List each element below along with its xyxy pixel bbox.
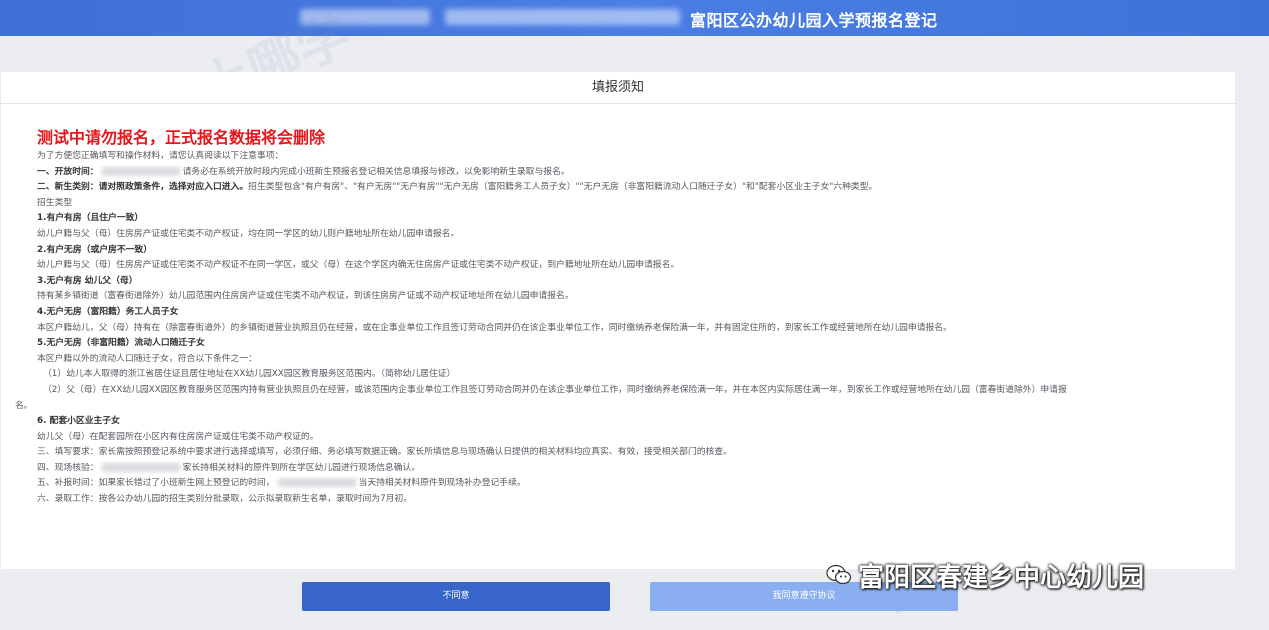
item-label: 一、开放时间：: [37, 166, 99, 177]
condition-2-cont: 名。: [15, 400, 33, 411]
panel-header: 填报须知: [1, 72, 1235, 104]
wechat-icon: [826, 562, 852, 588]
notice-panel: 填报须知 测试中请勿报名，正式报名数据将会删除 为了方便您正确填写和操作材料，请…: [1, 72, 1235, 569]
item-text: 请务必在系统开放时段内完成小班新生预报名登记相关信息填报与修改，以免影响新生录取…: [182, 166, 570, 177]
item-verification: 四、现场核验： 家长持相关材料的原件到所在学区幼儿园进行现场信息确认。: [37, 461, 1217, 477]
item-text: 当天持相关材料原件到现场补办登记手续。: [358, 478, 526, 489]
type-description: 幼儿父（母）在配套园所在小区内有住房房产证或住宅类不动产权证的。: [37, 431, 319, 442]
test-warning: 测试中请勿报名，正式报名数据将会删除: [37, 128, 326, 147]
item-label: 四、现场核验：: [37, 462, 99, 473]
type-description: 幼儿户籍与父（母）住房房产证或住宅类不动产权证不在同一学区，或父（母）在这个学区…: [37, 260, 680, 271]
condition-1: （1）幼儿本人取得的浙江省居住证且居住地址在XX幼儿园XX园区教育服务区范围内。…: [43, 369, 456, 380]
instructions: 为了方便您正确填写和操作材料，请您认真阅读以下注意事项： 一、开放时间： 请务必在…: [15, 149, 1217, 508]
redacted-region: [277, 478, 356, 488]
redacted-region: [101, 462, 180, 472]
redacted-region: [101, 166, 180, 176]
type-heading: 6. 配套小区业主子女: [37, 416, 120, 427]
types-heading: 招生类型: [37, 197, 73, 208]
type-heading: 4.无户无房（富阳籍）务工人员子女: [37, 306, 179, 317]
type-heading: 5.无户无房（非富阳籍）流动人口随迁子女: [37, 338, 205, 349]
type-heading: 1.有户有房（且住户一致）: [37, 213, 144, 224]
brand-text: 富阳区春建乡中心幼儿园: [858, 562, 1145, 593]
item-label: 五、补报时间：如果家长错过了小班新生网上预登记的时间，: [37, 478, 275, 489]
redacted-region: [445, 9, 680, 25]
condition-2: （2）父（母）在XX幼儿园XX园区教育服务区范围内持有营业执照且仍在经营，或该范…: [43, 384, 1067, 395]
intro-text: 为了方便您正确填写和操作材料，请您认真阅读以下注意事项：: [37, 151, 284, 161]
item-late-registration: 五、补报时间：如果家长错过了小班新生网上预登记的时间， 当天持相关材料原件到现场补…: [37, 476, 1217, 492]
item-text: 招生类型包含"有户有房"、"有户无房""无户有房""无户无房（富阳籍务工人员子女…: [248, 182, 878, 193]
item-open-time: 一、开放时间： 请务必在系统开放时段内完成小班新生预报名登记相关信息填报与修改，以…: [37, 165, 1217, 181]
type-heading: 3.无户有房 幼儿父（母）: [37, 275, 138, 286]
redacted-region: [300, 9, 430, 25]
type-description: 本区户籍幼儿，父（母）持有在（除富春街道外）的乡镇街道营业执照且仍在经营，或在企…: [37, 322, 952, 333]
type-description: 持有某乡镇街道（富春街道除外）幼儿园范围内住房房产证或住宅类不动产权证，到该住房…: [37, 291, 574, 302]
item-label: 二、新生类别：请对照政策条件，选择对应入口进入。: [37, 182, 249, 193]
type-description: 本区户籍以外的流动人口随迁子女，符合以下条件之一：: [37, 353, 257, 364]
disagree-button[interactable]: 不同意: [302, 582, 610, 611]
brand-watermark: 富阳区春建乡中心幼儿园: [826, 557, 1144, 593]
type-description: 幼儿户籍与父（母）住房房产证或住宅类不动产权证，均在同一学区的幼儿则户籍地址所在…: [37, 228, 460, 239]
item-category: 二、新生类别：请对照政策条件，选择对应入口进入。招生类型包含"有户有房"、"有户…: [37, 180, 1217, 196]
item-text: 家长持相关材料的原件到所在学区幼儿园进行现场信息确认。: [182, 462, 421, 473]
type-heading: 2.有户无房（或户房不一致）: [37, 244, 153, 255]
item-admission: 六、录取工作：按各公办幼儿园的招生类别分批录取，公示拟录取新生名单，录取时间为7…: [37, 494, 413, 505]
page-title: 富阳区公办幼儿园入学预报名登记: [690, 11, 938, 30]
item-requirements: 三、填写要求：家长需按照预登记系统中要求进行选择或填写，必须仔细、务必填写数据正…: [37, 447, 732, 458]
top-bar: 富阳区公办幼儿园入学预报名登记: [0, 0, 1269, 36]
